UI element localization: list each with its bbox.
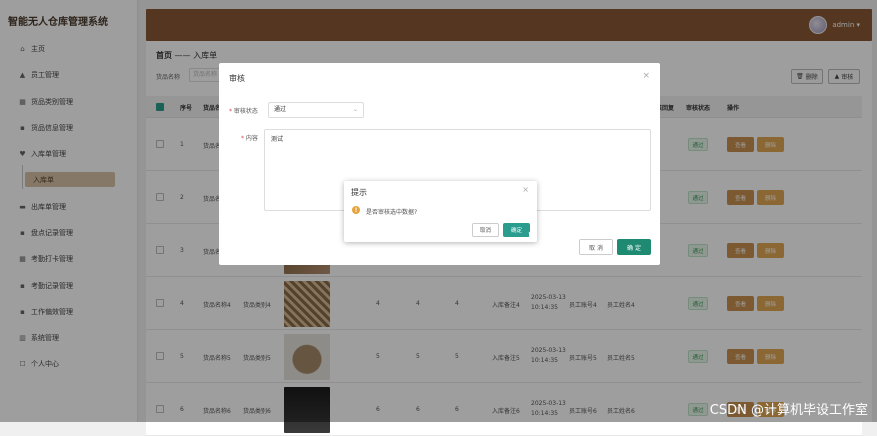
audit-status-select[interactable]: 通过 ⌄ (268, 102, 364, 118)
watermark: CSDN @计算机毕设工作室 (709, 403, 868, 418)
confirm-cancel-button[interactable]: 取消 (472, 223, 499, 237)
required-mark: * (229, 108, 232, 115)
dialog-title: 审核 (229, 74, 245, 83)
dialog-confirm-button[interactable]: 确 定 (617, 239, 651, 255)
warning-icon: ! (352, 206, 360, 214)
confirm-message: 是否审核选中数据? (366, 209, 418, 216)
close-icon[interactable]: × (642, 71, 650, 81)
confirm-title: 提示 (351, 188, 367, 197)
chevron-down-icon: ⌄ (352, 106, 358, 113)
status-label: * 审核状态 (229, 108, 258, 115)
content-label: * 内容 (241, 135, 258, 142)
dialog-cancel-button[interactable]: 取 消 (579, 239, 613, 255)
close-icon[interactable]: × (522, 185, 529, 194)
confirm-dialog: 提示 × ! 是否审核选中数据? 取消 确定 (344, 181, 537, 242)
required-mark: * (241, 135, 244, 142)
